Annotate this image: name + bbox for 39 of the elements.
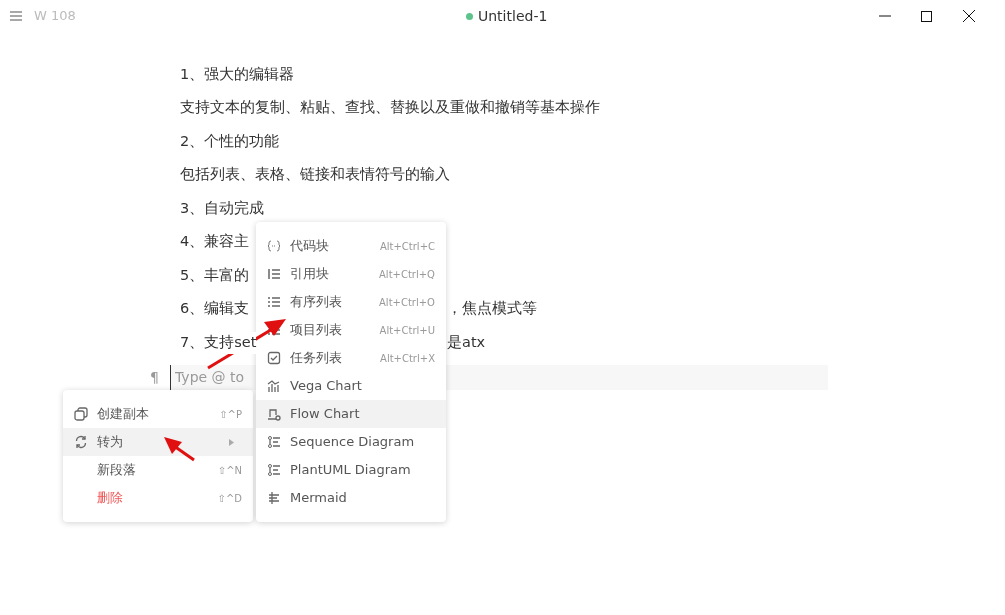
shortcut-label: Alt+Ctrl+X	[380, 351, 435, 366]
checkbox-icon	[267, 351, 281, 365]
text-line: ，焦点模式等	[447, 299, 537, 319]
mermaid-icon	[267, 491, 281, 505]
menu-item[interactable]: 删除 ⇧^D	[63, 484, 253, 512]
shortcut-label: Alt+Ctrl+O	[379, 295, 435, 310]
menu-item[interactable]: Flow Chart	[256, 400, 446, 428]
menu-item[interactable]: Sequence Diagram	[256, 428, 446, 456]
chart-icon	[267, 379, 281, 393]
shortcut-label: Alt+Ctrl+Q	[379, 267, 435, 282]
numbered-list-icon	[267, 295, 281, 309]
copy-icon	[74, 407, 88, 421]
menu-item[interactable]: Mermaid	[256, 484, 446, 512]
menu-item[interactable]: 新段落 ⇧^N	[63, 456, 253, 484]
shortcut-label: ⇧^P	[219, 407, 242, 422]
paragraph-marker: ¶	[150, 367, 160, 387]
menu-item[interactable]: 引用块 Alt+Ctrl+Q	[256, 260, 446, 288]
arrow-drawing	[162, 434, 196, 462]
shortcut-label: ⇧^D	[217, 491, 242, 506]
close-button[interactable]	[963, 9, 977, 23]
shortcut-label: Alt+Ctrl+U	[379, 323, 435, 338]
text-line: 是atx	[447, 332, 486, 352]
menu-item[interactable]: 项目列表 Alt+Ctrl+U	[256, 316, 446, 344]
maximize-button[interactable]	[921, 9, 935, 23]
shortcut-label: Alt+Ctrl+C	[379, 239, 435, 254]
diagram-icon	[267, 463, 281, 477]
menu-item[interactable]: PlantUML Diagram	[256, 456, 446, 484]
refresh-icon	[74, 435, 88, 449]
shortcut-label: ⇧^N	[217, 463, 242, 478]
diagram-icon	[267, 435, 281, 449]
window-title: Untitled-1	[478, 7, 548, 26]
quote-icon	[267, 267, 281, 281]
menu-item[interactable]: 代码块 Alt+Ctrl+C	[256, 232, 446, 260]
braces-icon	[267, 239, 281, 253]
word-count: W 108	[34, 7, 76, 26]
flowchart-icon	[267, 407, 281, 421]
menu-item[interactable]: 创建副本 ⇧^P	[63, 400, 253, 428]
menu-item[interactable]: 有序列表 Alt+Ctrl+O	[256, 288, 446, 316]
menu-item[interactable]: 转为	[63, 428, 253, 456]
